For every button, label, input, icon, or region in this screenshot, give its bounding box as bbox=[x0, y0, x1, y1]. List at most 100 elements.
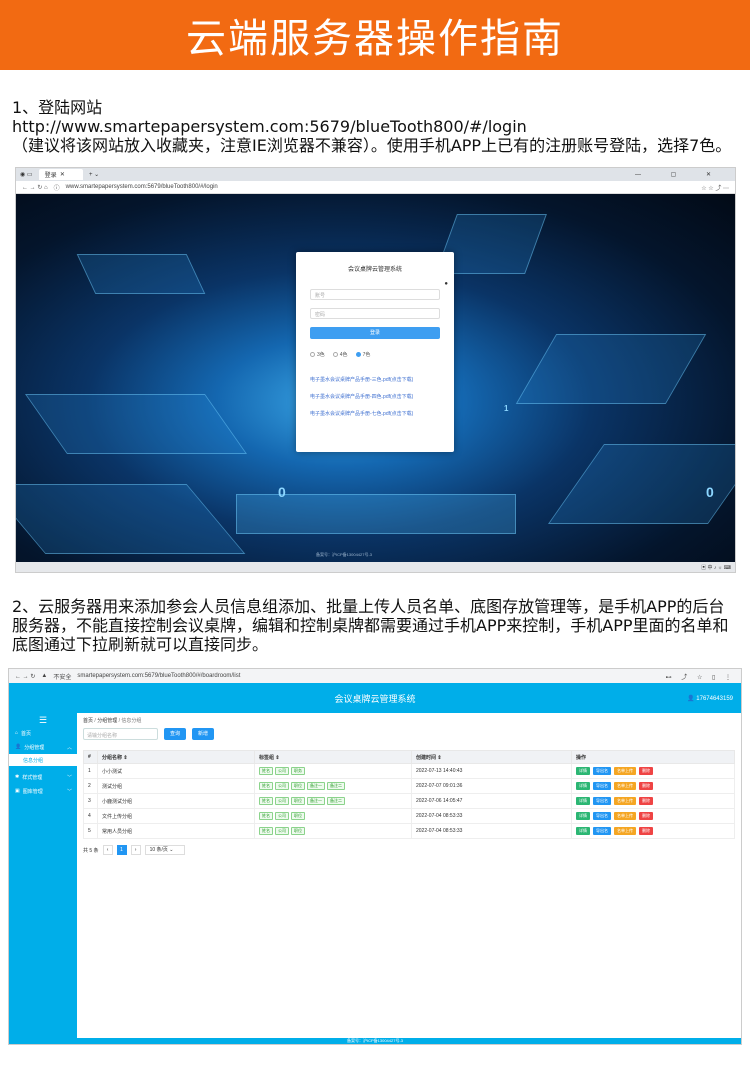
row-tags: 姓名 公司 职位 备注一 备注二 bbox=[254, 778, 412, 794]
detail-button[interactable]: 详情 bbox=[576, 827, 590, 835]
chevron-down-icon: ﹀ bbox=[66, 774, 72, 781]
sidebar-item-style[interactable]: ✱ 样式管理 ﹀ bbox=[9, 770, 77, 784]
col-tags[interactable]: 标签组 ⇕ bbox=[254, 750, 412, 764]
upload-button[interactable]: 名单上传 bbox=[614, 827, 636, 835]
upload-button[interactable]: 名单上传 bbox=[614, 797, 636, 805]
taskbar: ▣ 中 ♪ ☼ ⌨ bbox=[16, 562, 735, 572]
tray-icons[interactable]: ▣ 中 ♪ ☼ ⌨ bbox=[701, 564, 731, 571]
row-index: 4 bbox=[83, 808, 98, 824]
crumb-group[interactable]: 分组管理 bbox=[97, 718, 117, 724]
sidebar-item-group-info[interactable]: 信息分组 bbox=[9, 754, 77, 766]
step2-text: 2、云服务器用来添加参会人员信息组添加、批量上传人员名单、底图存放管理等，是手机… bbox=[12, 597, 729, 654]
bg-slab bbox=[16, 484, 246, 554]
user-info[interactable]: 👤 17674643159 bbox=[687, 695, 733, 702]
new-tab-icon[interactable]: + ⌄ bbox=[89, 171, 99, 178]
table-row: 3 小鹿测试分组 姓名 公司 职位 备注一 备注二 2022-07-06 14:05:4… bbox=[83, 793, 735, 809]
bg-slab bbox=[515, 334, 707, 404]
delete-button[interactable]: 删除 bbox=[639, 812, 653, 820]
sidebar-item-image[interactable]: ▣ 图库管理 ﹀ bbox=[9, 784, 77, 798]
sidebar-item-group[interactable]: 👤 分组管理 ︿ bbox=[9, 740, 77, 754]
pagination: 共 5 条 ‹ 1 › 10 条/页 ⌄ bbox=[83, 845, 735, 855]
password-input[interactable]: 密码 bbox=[310, 308, 440, 319]
bg-slab bbox=[236, 494, 516, 534]
export-button[interactable]: 导出名 bbox=[593, 812, 611, 820]
row-index: 2 bbox=[83, 778, 98, 794]
bg-slab bbox=[76, 254, 206, 294]
row-time: 2022-07-13 14:40:43 bbox=[411, 763, 572, 779]
detail-button[interactable]: 详情 bbox=[576, 797, 590, 805]
menu-toggle-icon[interactable]: ☰ bbox=[9, 715, 77, 726]
detail-button[interactable]: 详情 bbox=[576, 767, 590, 775]
address-input[interactable]: www.smartepapersystem.com:5679/blueTooth… bbox=[66, 183, 696, 192]
browser-menu-icon[interactable]: ◉ ▭ bbox=[20, 171, 33, 178]
manual-link-4color[interactable]: 电子墨水会议桌牌产品手册-四色.pdf(点击下载) bbox=[310, 393, 440, 400]
delete-button[interactable]: 删除 bbox=[639, 782, 653, 790]
export-button[interactable]: 导出名 bbox=[593, 827, 611, 835]
delete-button[interactable]: 删除 bbox=[639, 767, 653, 775]
nav-icons[interactable]: ← → ↻ bbox=[15, 673, 35, 680]
radio-4color[interactable]: 4色 bbox=[332, 351, 348, 358]
add-button[interactable]: 新增 bbox=[192, 728, 215, 740]
col-name[interactable]: 分组名称 ⇕ bbox=[97, 750, 255, 764]
page-button[interactable]: 1 bbox=[116, 845, 127, 855]
sidebar-label: 样式管理 bbox=[22, 774, 43, 781]
bg-digit: 0 bbox=[278, 484, 286, 500]
row-time: 2022-07-04 08:53:33 bbox=[411, 823, 572, 839]
col-time[interactable]: 创建时间 ⇕ bbox=[411, 750, 572, 764]
sidebar-label: 首页 bbox=[21, 730, 32, 737]
prev-page-button[interactable]: ‹ bbox=[102, 845, 113, 855]
sidebar: ☰ ⌂ 首页 👤 分组管理 ︿ 信息分组 ✱ 样式管理 ﹀ ▣ 图库管理 ﹀ bbox=[9, 713, 77, 1038]
login-background: 0 0 1 会议桌牌云管理系统 ● 账号 密码 登录 3色 4色 7色 电子墨水… bbox=[16, 194, 735, 572]
tag-badge: 职位 bbox=[291, 827, 305, 835]
sidebar-item-home[interactable]: ⌂ 首页 bbox=[9, 726, 77, 740]
account-input[interactable]: 账号 bbox=[310, 289, 440, 300]
toolbar-icons[interactable]: ☆ ☆ ⤴ ⋯ bbox=[701, 183, 729, 192]
radio-3color[interactable]: 3色 bbox=[310, 351, 325, 358]
tag-badge: 职位 bbox=[291, 782, 305, 790]
page-size-select[interactable]: 10 条/页 ⌄ bbox=[144, 845, 185, 855]
manual-link-3color[interactable]: 电子墨水会议桌牌产品手册-三色.pdf(点击下载) bbox=[310, 376, 440, 383]
row-tags: 姓名 公司 职务 bbox=[254, 763, 412, 779]
export-button[interactable]: 导出名 bbox=[593, 797, 611, 805]
window-controls[interactable]: — ▢ ✕ bbox=[635, 171, 725, 178]
crumb-home[interactable]: 首页 bbox=[83, 718, 93, 724]
export-button[interactable]: 导出名 bbox=[593, 767, 611, 775]
manual-link-7color[interactable]: 电子墨水会议桌牌产品手册-七色.pdf(点击下载) bbox=[310, 410, 440, 417]
tag-badge: 姓名 bbox=[259, 797, 273, 805]
upload-button[interactable]: 名单上传 bbox=[614, 767, 636, 775]
search-button[interactable]: 查询 bbox=[164, 728, 187, 740]
upload-button[interactable]: 名单上传 bbox=[614, 782, 636, 790]
toolbar-icons[interactable]: ⊷ ⤴ ☆ ▯ ⋮ bbox=[666, 672, 735, 681]
row-tags: 姓名 公司 职位 bbox=[254, 808, 412, 824]
row-name: 常用人员分组 bbox=[97, 823, 255, 839]
row-time: 2022-07-04 08:53:33 bbox=[411, 808, 572, 824]
banner: 云端服务器操作指南 bbox=[0, 0, 750, 70]
tag-badge: 公司 bbox=[275, 827, 289, 835]
export-button[interactable]: 导出名 bbox=[593, 782, 611, 790]
search-input[interactable]: 请输分组名称 bbox=[83, 728, 158, 740]
tag-badge: 备注二 bbox=[327, 782, 345, 790]
detail-button[interactable]: 详情 bbox=[576, 782, 590, 790]
breadcrumb: 首页 / 分组管理 / 信息分组 bbox=[83, 718, 142, 724]
col-actions: 操作 bbox=[571, 750, 735, 764]
delete-button[interactable]: 删除 bbox=[639, 797, 653, 805]
delete-button[interactable]: 删除 bbox=[639, 827, 653, 835]
next-page-button[interactable]: › bbox=[130, 845, 141, 855]
user-icon: 👤 bbox=[687, 695, 695, 702]
login-title: 会议桌牌云管理系统 bbox=[347, 267, 402, 273]
gear-icon: ✱ bbox=[15, 774, 20, 780]
browser-tab[interactable]: 登录 ✕ bbox=[38, 169, 83, 180]
address-input[interactable]: smartepapersystem.com:5679/blueTooth800/… bbox=[77, 673, 240, 679]
nav-icons[interactable]: ← → ↻ ⌂ bbox=[22, 184, 48, 191]
tag-badge: 姓名 bbox=[259, 782, 273, 790]
radio-7color[interactable]: 7色 bbox=[355, 351, 370, 358]
row-index: 1 bbox=[83, 763, 98, 779]
admin-footer: 备案号：沪ICP备13004427号-3 bbox=[9, 1038, 741, 1044]
help-icon[interactable]: ● bbox=[310, 281, 448, 287]
login-button[interactable]: 登录 bbox=[310, 327, 440, 339]
detail-button[interactable]: 详情 bbox=[576, 812, 590, 820]
upload-button[interactable]: 名单上传 bbox=[614, 812, 636, 820]
table-row: 1 小小测试 姓名 公司 职务 2022-07-13 14:40:43 详情 导出名名… bbox=[83, 763, 735, 779]
home-icon: ⌂ bbox=[15, 730, 19, 736]
col-index: # bbox=[83, 750, 98, 764]
